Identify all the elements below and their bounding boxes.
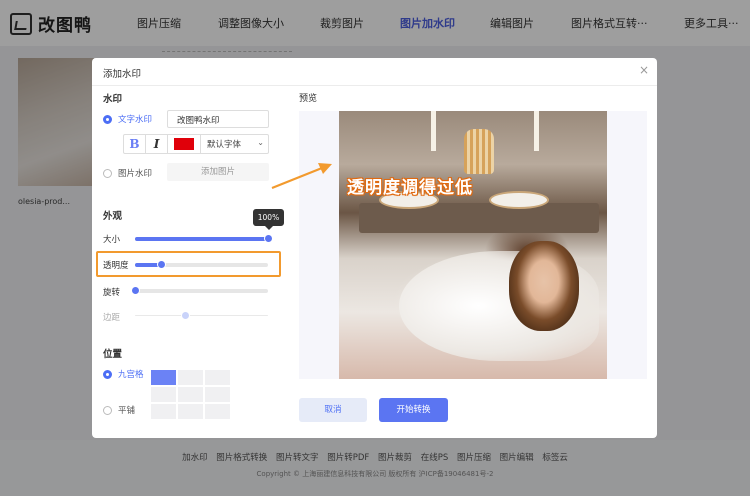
watermark-dialog: 添加水印 × 水印 文字水印 改图鸭水印 B I 默认字体 ⌄ 图片水印 添加图… <box>92 58 657 438</box>
text-watermark-radio[interactable] <box>103 115 112 124</box>
position-section-title: 位置 <box>103 349 123 360</box>
start-convert-button[interactable]: 开始转换 <box>379 398 448 422</box>
nine-grid-label[interactable]: 九宫格 <box>118 368 144 380</box>
bold-button[interactable]: B <box>124 135 146 153</box>
photo-plate <box>489 191 549 209</box>
preview-photo: 透明度调得过低 <box>339 111 607 379</box>
position-cell-bottom-center[interactable] <box>178 404 203 419</box>
appearance-section-title: 外观 <box>103 211 123 222</box>
watermark-section-title: 水印 <box>103 94 123 105</box>
position-cell-middle-left[interactable] <box>151 387 176 402</box>
opacity-label: 透明度 <box>103 261 129 271</box>
cancel-button[interactable]: 取消 <box>299 398 367 422</box>
font-family-select[interactable]: 默认字体 ⌄ <box>200 135 270 153</box>
margin-slider <box>135 311 268 320</box>
dialog-title: 添加水印 <box>103 69 142 80</box>
position-cell-bottom-left[interactable] <box>151 404 176 419</box>
photo-face <box>509 241 579 331</box>
position-cell-middle-right[interactable] <box>205 387 230 402</box>
tile-label[interactable]: 平铺 <box>118 404 135 416</box>
add-image-button[interactable]: 添加图片 <box>167 163 269 181</box>
size-label: 大小 <box>103 235 121 245</box>
margin-label: 边距 <box>103 313 121 323</box>
nine-grid-radio[interactable] <box>103 370 112 379</box>
tile-radio[interactable] <box>103 406 112 415</box>
text-style-toolbar: B I 默认字体 ⌄ <box>123 134 269 154</box>
image-watermark-radio[interactable] <box>103 169 112 178</box>
position-cell-center[interactable] <box>178 387 203 402</box>
position-cell-top-left[interactable] <box>151 370 176 385</box>
text-watermark-label[interactable]: 文字水印 <box>118 113 152 125</box>
position-cell-top-center[interactable] <box>178 370 203 385</box>
position-cell-top-right[interactable] <box>205 370 230 385</box>
font-color-swatch[interactable] <box>174 138 194 150</box>
italic-button[interactable]: I <box>146 135 168 153</box>
size-slider[interactable] <box>135 234 273 243</box>
dialog-divider <box>92 85 657 86</box>
close-icon[interactable]: × <box>639 63 649 77</box>
watermark-text-input[interactable]: 改图鸭水印 <box>167 110 269 128</box>
size-value-tooltip: 100% <box>253 209 284 230</box>
chevron-down-icon: ⌄ <box>257 138 264 147</box>
rotation-slider-handle[interactable] <box>130 286 140 295</box>
photo-lantern <box>464 129 494 174</box>
preview-label: 预览 <box>299 94 318 104</box>
image-watermark-label[interactable]: 图片水印 <box>118 167 152 179</box>
photo-candle <box>534 111 539 151</box>
margin-slider-handle <box>181 311 191 320</box>
annotation-text: 透明度调得过低 <box>347 178 473 198</box>
size-slider-handle[interactable] <box>263 234 273 243</box>
font-family-value: 默认字体 <box>207 140 242 150</box>
position-cell-bottom-right[interactable] <box>205 404 230 419</box>
rotation-slider[interactable] <box>130 286 268 295</box>
rotation-label: 旋转 <box>103 288 121 298</box>
opacity-slider[interactable] <box>135 260 268 269</box>
size-slider-fill <box>135 237 268 241</box>
photo-candle <box>431 111 436 151</box>
